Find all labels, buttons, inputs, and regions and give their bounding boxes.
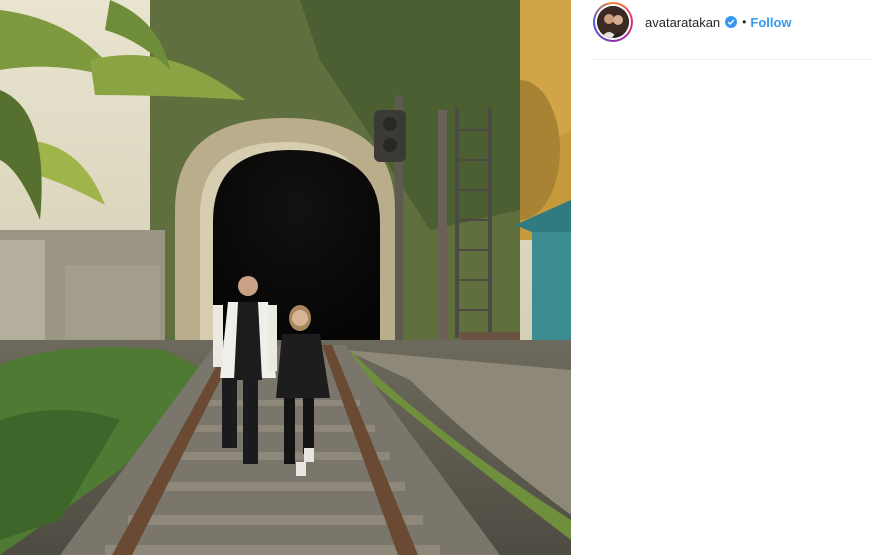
post-header: avataratakan • Follow <box>593 0 873 44</box>
avatar-border <box>595 4 631 40</box>
separator-dot: • <box>742 15 747 29</box>
verified-badge-icon <box>725 16 738 28</box>
post-image <box>0 0 571 555</box>
username-link[interactable]: avataratakan <box>645 15 720 30</box>
follow-button[interactable]: Follow <box>750 15 791 30</box>
avatar-image <box>597 6 629 38</box>
post-photo[interactable] <box>0 0 571 555</box>
header-divider <box>593 59 873 60</box>
avatar[interactable] <box>593 2 633 42</box>
post-side-panel: avataratakan • Follow <box>571 0 889 555</box>
